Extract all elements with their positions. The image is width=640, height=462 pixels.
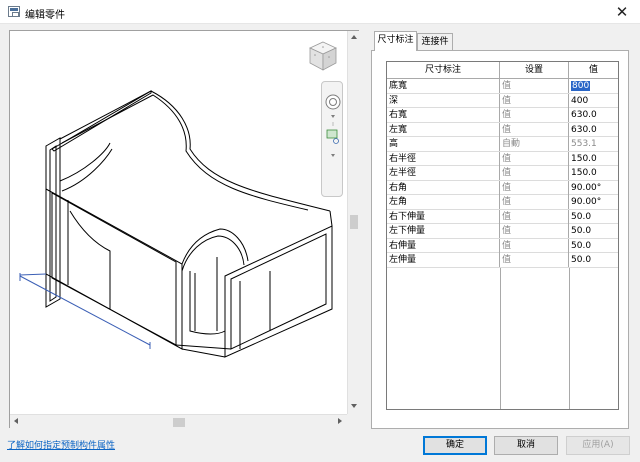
- navigation-bar: [321, 81, 343, 197]
- cancel-button[interactable]: 取消: [494, 436, 558, 455]
- dimension-name: 左下伸量: [387, 224, 500, 238]
- setting-cell[interactable]: 值: [500, 166, 569, 180]
- scroll-up-icon[interactable]: [351, 35, 357, 39]
- value-cell[interactable]: 90.00°: [569, 195, 618, 209]
- table-row[interactable]: 左角值 90.00°: [387, 195, 618, 210]
- dimension-name: 右角: [387, 180, 500, 195]
- table-row[interactable]: 左寬值 630.0: [387, 122, 618, 137]
- scroll-right-icon[interactable]: [338, 418, 342, 424]
- value-cell[interactable]: 630.0: [569, 108, 618, 122]
- column-header-setting[interactable]: 设置: [500, 62, 569, 79]
- tab-dimensions[interactable]: 尺寸标注: [374, 31, 417, 51]
- vertical-scroll-thumb[interactable]: [350, 215, 358, 229]
- table-row[interactable]: 右下伸量值 50.0: [387, 209, 618, 224]
- tab-connectors[interactable]: 连接件: [417, 33, 453, 50]
- horizontal-scroll-thumb[interactable]: [173, 418, 185, 427]
- dimension-name: 右伸量: [387, 238, 500, 253]
- table-row[interactable]: 高自動 553.1: [387, 137, 618, 152]
- value-cell: 553.1: [571, 139, 597, 149]
- edit-part-dialog: 编辑零件 ✕ 尺寸标注 连接件 尺寸标注 设置 值 底寬 值 800 深 值 4…: [0, 0, 640, 462]
- table-row[interactable]: 右角值 90.00°: [387, 180, 618, 195]
- table-row[interactable]: 右寬值 630.0: [387, 108, 618, 123]
- setting-cell[interactable]: 值: [500, 180, 569, 195]
- help-link[interactable]: 了解如何指定预制构件属性: [7, 438, 115, 451]
- table-row[interactable]: 左半徑值 150.0: [387, 166, 618, 181]
- setting-cell[interactable]: 值: [500, 195, 569, 209]
- setting-cell[interactable]: 值: [500, 79, 569, 93]
- setting-cell[interactable]: 值: [500, 93, 569, 108]
- apply-button[interactable]: 应用(A): [566, 436, 630, 455]
- value-cell[interactable]: 630.0: [569, 123, 618, 137]
- dimensions-panel: 尺寸标注 设置 值 底寬值 800 深值 400 右寬值 630.0 左寬值 630.0 高自動…: [371, 50, 629, 429]
- table-row[interactable]: 底寬值 800: [387, 79, 618, 94]
- vertical-scrollbar[interactable]: [347, 31, 359, 414]
- dimension-name: 右半徑: [387, 151, 500, 166]
- duct-fitting-model: [19, 90, 333, 358]
- scroll-down-icon[interactable]: [351, 404, 357, 408]
- close-button[interactable]: ✕: [611, 2, 633, 22]
- app-icon: [8, 6, 20, 17]
- setting-cell[interactable]: 值: [500, 151, 569, 166]
- model-viewport[interactable]: [9, 30, 359, 428]
- dimension-name: 左半徑: [387, 166, 500, 180]
- ok-button[interactable]: 确定: [423, 436, 487, 455]
- column-header-dimension[interactable]: 尺寸标注: [387, 62, 500, 79]
- steering-wheel-icon[interactable]: [325, 94, 341, 110]
- value-cell[interactable]: 90.00°: [569, 181, 618, 195]
- table-row[interactable]: 左伸量值 50.0: [387, 253, 618, 268]
- dimension-name: 左寬: [387, 122, 500, 137]
- value-cell[interactable]: 50.0: [569, 253, 618, 267]
- scroll-left-icon[interactable]: [14, 418, 18, 424]
- dimension-name: 左伸量: [387, 253, 500, 267]
- value-cell[interactable]: 400: [569, 94, 618, 108]
- setting-cell[interactable]: 值: [500, 122, 569, 137]
- table-row[interactable]: 右伸量值 50.0: [387, 238, 618, 253]
- value-cell[interactable]: 50.0: [569, 210, 618, 224]
- setting-cell[interactable]: 值: [500, 209, 569, 224]
- dimension-name: 右寬: [387, 108, 500, 122]
- chevron-down-icon[interactable]: [331, 115, 335, 118]
- setting-cell[interactable]: 值: [500, 108, 569, 122]
- dimension-name: 底寬: [387, 79, 500, 93]
- value-cell[interactable]: 50.0: [569, 239, 618, 253]
- table-row[interactable]: 深值 400: [387, 93, 618, 108]
- dimension-name: 左角: [387, 195, 500, 209]
- zoom-region-icon[interactable]: [326, 129, 339, 144]
- column-header-value[interactable]: 值: [569, 62, 618, 79]
- setting-cell[interactable]: 值: [500, 238, 569, 253]
- value-cell[interactable]: 150.0: [569, 166, 618, 180]
- value-cell[interactable]: 50.0: [569, 224, 618, 238]
- table-row[interactable]: 右半徑值 150.0: [387, 151, 618, 166]
- title-bar: 编辑零件 ✕: [0, 0, 640, 24]
- chevron-down-icon[interactable]: [331, 154, 335, 157]
- value-input[interactable]: 800: [571, 81, 591, 91]
- dimension-name: 深: [387, 93, 500, 108]
- dimension-name: 右下伸量: [387, 209, 500, 224]
- horizontal-scrollbar[interactable]: [10, 414, 347, 428]
- setting-cell[interactable]: 值: [500, 253, 569, 267]
- setting-cell[interactable]: 值: [500, 224, 569, 238]
- scrollbar-corner: [347, 414, 359, 428]
- value-cell[interactable]: 150.0: [569, 152, 618, 166]
- table-row[interactable]: 左下伸量值 50.0: [387, 224, 618, 239]
- dimension-name: 高: [387, 137, 500, 151]
- viewcube-icon[interactable]: [307, 40, 339, 72]
- value-cell[interactable]: 800: [569, 79, 618, 93]
- setting-cell[interactable]: 自動: [500, 137, 569, 151]
- window-title: 编辑零件: [25, 10, 65, 21]
- dimensions-table: 尺寸标注 设置 值 底寬值 800 深值 400 右寬值 630.0 左寬值 630.0 高自動…: [386, 61, 619, 410]
